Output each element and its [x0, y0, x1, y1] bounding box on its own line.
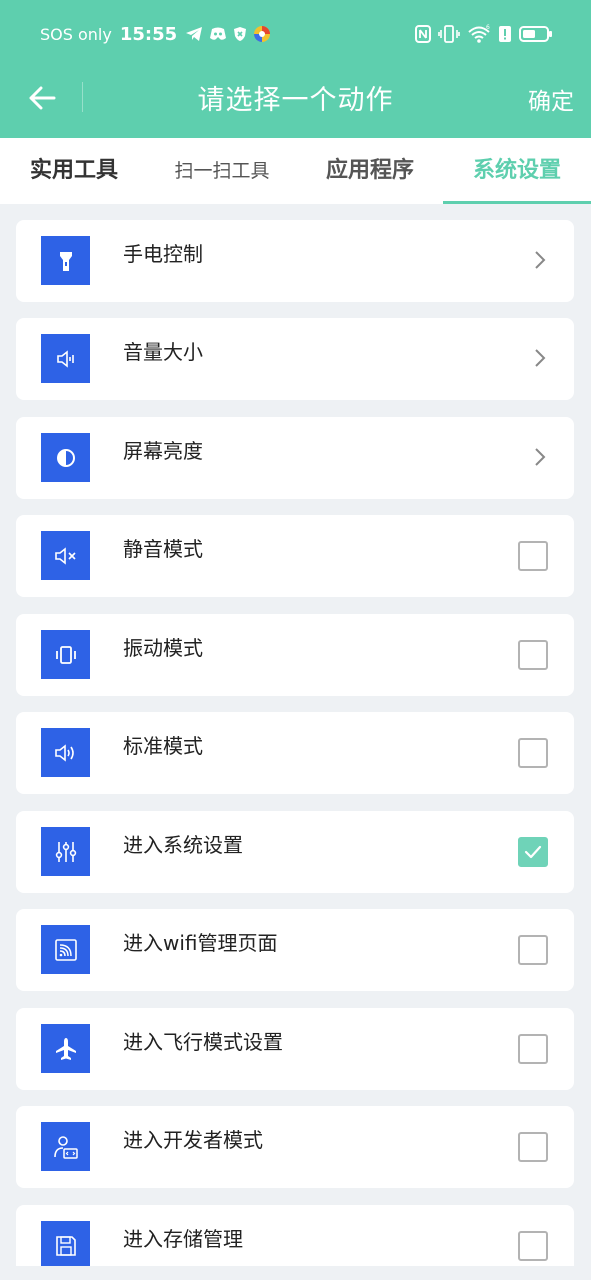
sliders-icon — [41, 827, 90, 876]
tab-applications[interactable]: 应用程序 — [296, 138, 444, 204]
app-header: 请选择一个动作 确定 — [0, 66, 591, 128]
list-item-flashlight[interactable]: 手电控制 — [16, 220, 574, 302]
checkbox[interactable] — [518, 738, 548, 768]
list-item-brightness[interactable]: 屏幕亮度 — [16, 417, 574, 499]
shield-icon — [234, 27, 247, 41]
checkbox[interactable] — [518, 1034, 548, 1064]
wifi-screen-icon — [41, 925, 90, 974]
list-item-vibrate-mode[interactable]: 振动模式 — [16, 614, 574, 696]
list-item-system-settings[interactable]: 进入系统设置 — [16, 811, 574, 893]
battery-icon — [519, 26, 552, 42]
item-label: 进入开发者模式 — [123, 1128, 263, 1152]
carrier-text: SOS only — [40, 24, 112, 44]
vibrate-icon — [438, 25, 460, 43]
checkbox[interactable] — [518, 541, 548, 571]
color-app-icon — [254, 26, 271, 42]
item-label: 进入飞行模式设置 — [123, 1030, 283, 1054]
airplane-icon — [41, 1024, 90, 1073]
storage-icon — [41, 1221, 90, 1266]
list-item-volume[interactable]: 音量大小 — [16, 318, 574, 400]
checkbox[interactable] — [518, 1231, 548, 1261]
checkbox[interactable] — [518, 1132, 548, 1162]
checkbox[interactable] — [518, 640, 548, 670]
header-divider — [82, 82, 83, 112]
checkbox-checked[interactable] — [518, 837, 548, 867]
vibrate-mode-icon — [41, 630, 90, 679]
list-item-developer-mode[interactable]: 进入开发者模式 — [16, 1106, 574, 1188]
top-bar: SOS only 15:55 6 请选择一个动作 确定 — [0, 0, 591, 138]
chevron-right-icon[interactable] — [534, 250, 546, 270]
back-arrow-icon — [29, 86, 56, 110]
item-label: 进入wifi管理页面 — [123, 931, 278, 955]
clock: 15:55 — [119, 23, 178, 45]
list-item-storage-management[interactable]: 进入存储管理 — [16, 1205, 574, 1266]
telegram-icon — [186, 27, 203, 41]
action-list: 手电控制 音量大小 屏幕亮度 静音模式 振动模式 标准模式 进入系统设置 进入w… — [0, 204, 591, 1266]
list-item-wifi-management[interactable]: 进入wifi管理页面 — [16, 909, 574, 991]
item-label: 进入系统设置 — [123, 833, 243, 857]
item-label: 进入存储管理 — [123, 1227, 243, 1251]
nfc-icon — [415, 25, 431, 43]
page-title: 请选择一个动作 — [197, 85, 394, 116]
checkmark-icon — [524, 845, 542, 859]
speaker-icon — [41, 728, 90, 777]
tab-bar: 实用工具 扫一扫工具 应用程序 系统设置 — [0, 138, 591, 204]
chevron-right-icon[interactable] — [534, 348, 546, 368]
tab-scan-tools[interactable]: 扫一扫工具 — [148, 138, 296, 204]
brightness-icon — [41, 433, 90, 482]
chevron-right-icon[interactable] — [534, 447, 546, 467]
item-label: 手电控制 — [123, 242, 203, 266]
volume-icon — [41, 334, 90, 383]
list-item-standard-mode[interactable]: 标准模式 — [16, 712, 574, 794]
item-label: 屏幕亮度 — [123, 439, 203, 463]
discord-icon — [210, 27, 227, 40]
item-label: 标准模式 — [123, 734, 203, 758]
developer-icon — [41, 1122, 90, 1171]
item-label: 静音模式 — [123, 537, 203, 561]
item-label: 振动模式 — [123, 636, 203, 660]
list-item-mute-mode[interactable]: 静音模式 — [16, 515, 574, 597]
tab-system-settings[interactable]: 系统设置 — [443, 138, 591, 204]
wifi-icon: 6 — [468, 24, 490, 43]
flashlight-icon — [41, 236, 90, 285]
tab-utilities[interactable]: 实用工具 — [0, 138, 148, 204]
item-label: 音量大小 — [123, 340, 203, 364]
status-bar: SOS only 15:55 6 — [0, 0, 591, 66]
alert-icon — [499, 26, 511, 42]
mute-icon — [41, 531, 90, 580]
confirm-button[interactable]: 确定 — [528, 82, 574, 116]
list-item-airplane-mode[interactable]: 进入飞行模式设置 — [16, 1008, 574, 1090]
svg-text:6: 6 — [486, 24, 490, 31]
back-button[interactable] — [20, 76, 64, 120]
checkbox[interactable] — [518, 935, 548, 965]
